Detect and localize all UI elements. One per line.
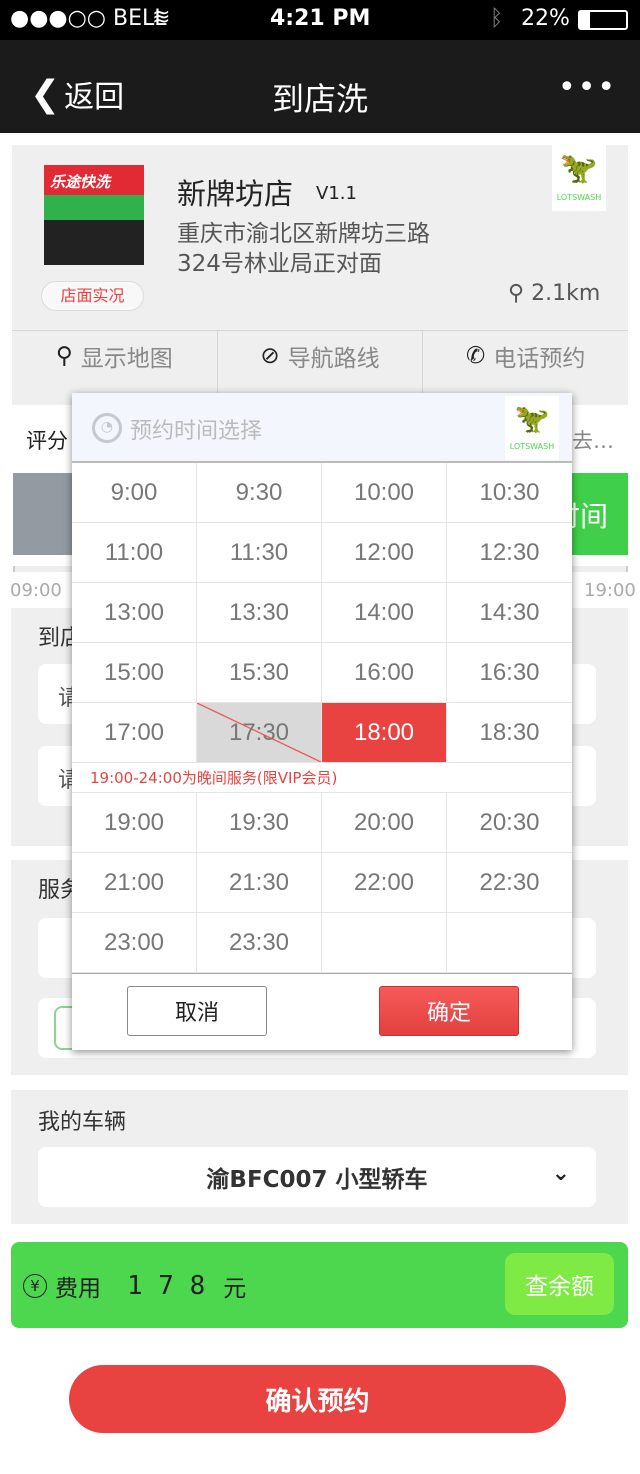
time-slot[interactable]: 12:30: [447, 523, 572, 583]
wifi-icon: ≋: [152, 5, 171, 30]
store-name: 新牌坊店: [177, 177, 294, 211]
rating-right: 去…: [572, 429, 614, 453]
vehicle-label: 我的车辆: [38, 1110, 127, 1135]
time-slot[interactable]: 17:00: [72, 703, 197, 763]
time-slot[interactable]: 22:30: [447, 853, 572, 913]
status-bar: ●●●○○ BELL ≋ 4:21 PM ᛒ 22%: [0, 0, 640, 40]
logo-text: LOTSWASH: [509, 442, 555, 451]
store-photo[interactable]: 乐途快洗: [44, 165, 144, 265]
time-slot[interactable]: 9:00: [72, 463, 197, 523]
timeline-start: 09:00: [10, 580, 62, 601]
time-slot-unavailable[interactable]: 17:30: [197, 703, 322, 763]
clock: 4:21 PM: [270, 6, 371, 31]
address-line: 324号林业局正对面: [177, 251, 382, 277]
night-service-note: 19:00-24:00为晚间服务(限VIP会员): [72, 763, 572, 793]
map-pin-icon: ⚲: [508, 281, 525, 306]
time-picker-modal: ◔ 预约时间选择 🦖 LOTSWASH 9:00 9:30 10:00 10:30 11:…: [72, 393, 572, 1050]
compass-icon: ⊘: [260, 343, 280, 369]
time-slot[interactable]: 16:30: [447, 643, 572, 703]
address-line: 重庆市渝北区新牌坊三路: [177, 221, 430, 247]
rating-label: 评分: [26, 429, 68, 453]
bluetooth-icon: ᛒ: [490, 6, 504, 31]
fee-label: 费用: [55, 1276, 101, 1302]
phone-icon: ✆: [466, 343, 486, 369]
distance: ⚲ 2.1km: [508, 281, 600, 306]
store-photo-badge[interactable]: 店面实况: [41, 281, 144, 311]
modal-title: 预约时间选择: [130, 419, 263, 444]
night-slots: 19:00 19:30 20:00 20:30 21:00 21:30 22:00 22:30…: [72, 793, 572, 973]
divider: [72, 973, 572, 974]
time-slot[interactable]: 11:00: [72, 523, 197, 583]
distance-value: 2.1km: [531, 281, 601, 306]
time-slot: [447, 913, 572, 973]
yen-icon: ¥: [23, 1274, 47, 1298]
vehicle-section: 我的车辆 渝BFC007 小型轿车 ⌄: [11, 1090, 628, 1224]
lotswash-logo: 🦖 LOTSWASH: [505, 396, 559, 460]
nav-bar: ❮ 返回 到店洗 •••: [0, 40, 640, 133]
time-slot[interactable]: 20:30: [447, 793, 572, 853]
time-slot[interactable]: 13:30: [197, 583, 322, 643]
dinosaur-icon: 🦖: [514, 402, 550, 435]
timeline-end: 19:00: [584, 580, 636, 601]
action-label: 电话预约: [493, 346, 586, 372]
time-slot[interactable]: 18:30: [447, 703, 572, 763]
fee-info: ¥ 费用 1 7 8 元: [23, 1269, 246, 1303]
store-card: 乐途快洗 店面实况 新牌坊店 V1.1 重庆市渝北区新牌坊三路 324号林业局正对…: [12, 145, 628, 405]
confirm-button[interactable]: 确定: [379, 986, 519, 1036]
vehicle-value: 渝BFC007 小型轿车: [206, 1167, 428, 1193]
time-slot[interactable]: 21:00: [72, 853, 197, 913]
time-slot[interactable]: 22:00: [322, 853, 447, 913]
time-slot[interactable]: 15:00: [72, 643, 197, 703]
carrier: ●●●○○ BELL: [10, 6, 167, 31]
time-slot[interactable]: 14:30: [447, 583, 572, 643]
time-slot[interactable]: 16:00: [322, 643, 447, 703]
store-version: V1.1: [316, 183, 357, 204]
time-slot[interactable]: 13:00: [72, 583, 197, 643]
battery-icon: [578, 10, 628, 30]
cancel-button[interactable]: 取消: [127, 986, 267, 1036]
day-slots: 9:00 9:30 10:00 10:30 11:00 11:30 12:00 12:30 13…: [72, 463, 572, 763]
page-title: 到店洗: [271, 80, 368, 118]
time-slot[interactable]: 21:30: [197, 853, 322, 913]
fee-bar: ¥ 费用 1 7 8 元 查余额: [11, 1242, 628, 1328]
check-balance-button[interactable]: 查余额: [505, 1253, 614, 1315]
time-slot[interactable]: 15:30: [197, 643, 322, 703]
dinosaur-icon: 🦖: [560, 151, 598, 186]
store-sign: 乐途快洗: [50, 173, 111, 191]
time-slot[interactable]: 9:30: [197, 463, 322, 523]
time-slot[interactable]: 10:30: [447, 463, 572, 523]
time-slot[interactable]: 10:00: [322, 463, 447, 523]
time-slot-selected[interactable]: 18:00: [322, 703, 447, 763]
time-slot[interactable]: 12:00: [322, 523, 447, 583]
time-slot[interactable]: 19:30: [197, 793, 322, 853]
map-pin-icon: ⚲: [55, 343, 73, 369]
time-slot[interactable]: 23:00: [72, 913, 197, 973]
battery-percent: 22%: [521, 6, 570, 31]
time-slot[interactable]: 11:30: [197, 523, 322, 583]
action-label: 显示地图: [80, 346, 173, 372]
time-slot: [322, 913, 447, 973]
action-label: 导航路线: [287, 346, 380, 372]
logo-text: LOTSWASH: [556, 193, 602, 202]
time-slot[interactable]: 20:00: [322, 793, 447, 853]
time-slot[interactable]: 14:00: [322, 583, 447, 643]
store-address: 重庆市渝北区新牌坊三路 324号林业局正对面: [177, 219, 430, 279]
fee-unit: 元: [223, 1276, 247, 1302]
modal-header: ◔ 预约时间选择 🦖 LOTSWASH: [72, 393, 572, 463]
vehicle-select[interactable]: 渝BFC007 小型轿车 ⌄: [38, 1147, 596, 1207]
chevron-down-icon: ⌄: [551, 1161, 570, 1186]
time-slot[interactable]: 19:00: [72, 793, 197, 853]
lotswash-logo: 🦖 LOTSWASH: [552, 145, 606, 211]
time-slot[interactable]: 23:30: [197, 913, 322, 973]
fee-amount: 1 7 8: [127, 1271, 206, 1301]
confirm-booking-button[interactable]: 确认预约: [69, 1365, 566, 1433]
more-icon[interactable]: •••: [558, 70, 617, 105]
clock-icon: ◔: [92, 413, 122, 443]
